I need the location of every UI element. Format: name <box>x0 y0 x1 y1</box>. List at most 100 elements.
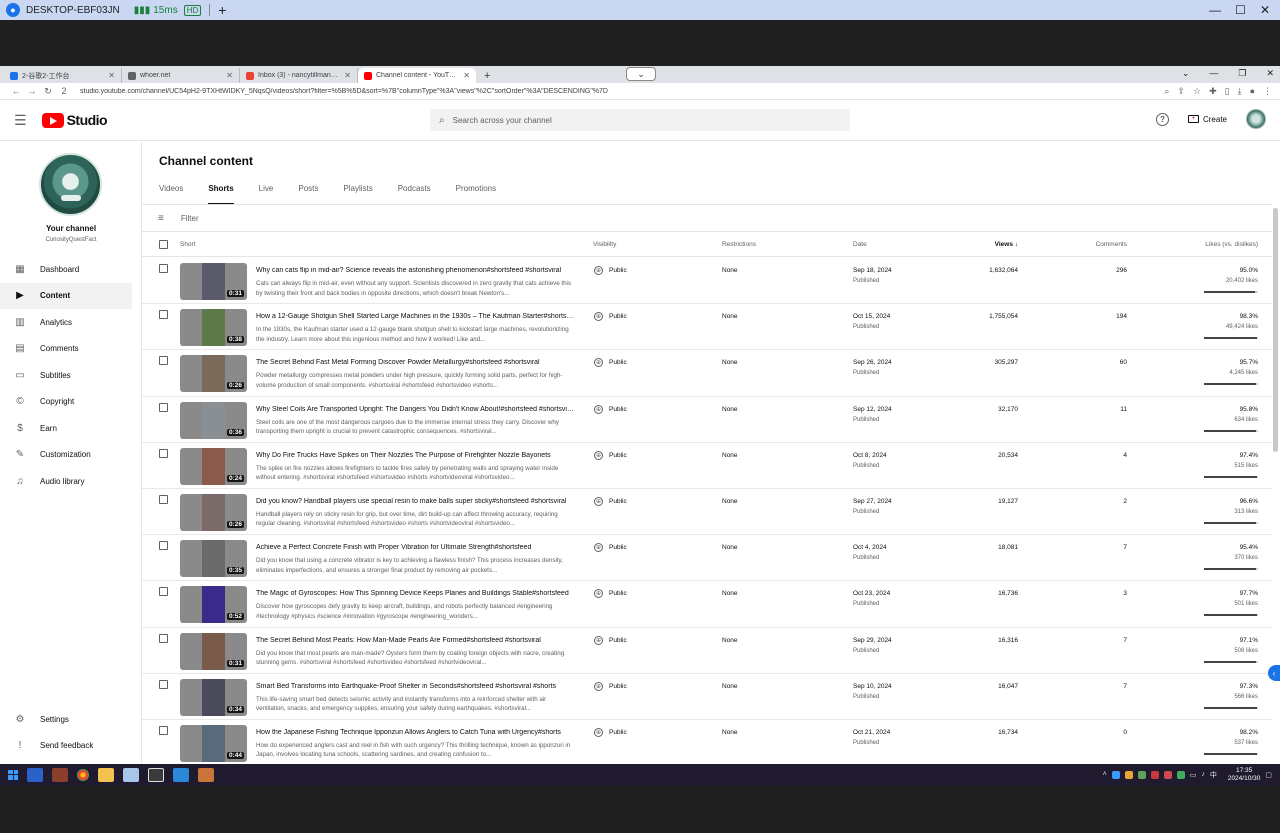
short-title[interactable]: Smart Bed Transforms into Earthquake-Pro… <box>256 683 574 690</box>
visibility-cell[interactable]: ⊕ Public <box>594 496 627 506</box>
sidebar-item-dashboard[interactable]: ▦ Dashboard <box>0 256 141 283</box>
wechat-icon[interactable] <box>198 767 214 782</box>
chrome-icon[interactable] <box>77 768 89 781</box>
short-thumbnail[interactable]: 0:31 <box>180 632 247 670</box>
table-row[interactable]: 0:38 How a 12-Gauge Shotgun Shell Started… <box>142 304 1272 351</box>
short-title[interactable]: How a 12-Gauge Shotgun Shell Started Lar… <box>256 313 574 320</box>
share-icon[interactable]: ⇪ <box>1177 86 1185 97</box>
profile-icon[interactable]: ● <box>1250 86 1255 97</box>
close-icon[interactable]: ✕ <box>1260 3 1270 17</box>
download-icon[interactable]: ⤓ <box>1238 86 1242 97</box>
visibility-cell[interactable]: ⊕ Public <box>594 266 627 275</box>
short-title[interactable]: Achieve a Perfect Concrete Finish with P… <box>256 544 574 551</box>
tray-app-icon[interactable] <box>1124 770 1133 779</box>
column-header-likes[interactable]: Likes (vs. dislikes) <box>1205 241 1258 248</box>
browser-tab[interactable]: 2-谷歌2-工作台 ✕ <box>4 68 122 83</box>
short-thumbnail[interactable]: 0:31 <box>180 263 247 300</box>
short-thumbnail[interactable]: 0:26 <box>180 493 247 531</box>
notification-icon[interactable]: ▢ <box>1265 771 1272 779</box>
sidebar-item-subtitles[interactable]: ▭ Subtitles <box>0 362 141 389</box>
side-panel-toggle-icon[interactable]: ‹ <box>1268 665 1280 681</box>
visibility-cell[interactable]: ⊕ Public <box>594 312 627 322</box>
hamburger-menu-icon[interactable]: ☰ <box>14 112 27 129</box>
tab-close-icon[interactable]: ✕ <box>463 71 470 80</box>
row-checkbox[interactable] <box>159 541 168 551</box>
taskbar-app-icon[interactable] <box>148 767 164 782</box>
short-thumbnail[interactable]: 0:44 <box>180 724 247 762</box>
maximize-icon[interactable]: ☐ <box>1235 3 1246 17</box>
sidebar-item-content[interactable]: ▶ Content <box>0 282 132 309</box>
sidebar-item-send-feedback[interactable]: ! Send feedback <box>0 733 141 760</box>
tray-app-icon[interactable] <box>1111 770 1120 779</box>
visibility-cell[interactable]: ⊕ Public <box>594 589 627 599</box>
bookmark-star-icon[interactable]: ☆ <box>1193 86 1201 97</box>
column-header-comments[interactable]: Comments <box>1096 241 1127 248</box>
row-checkbox[interactable] <box>159 310 168 320</box>
tab-posts[interactable]: Posts <box>298 184 318 204</box>
studio-logo[interactable]: Studio <box>41 112 108 128</box>
tray-app-icon[interactable] <box>1137 770 1146 779</box>
tab-close-icon[interactable]: ✕ <box>108 71 115 80</box>
browser-tab[interactable]: whoer.net ✕ <box>122 68 240 83</box>
short-title[interactable]: Why Do Fire Trucks Have Spikes on Their … <box>256 452 574 459</box>
file-explorer-icon[interactable] <box>98 767 114 782</box>
sidebar-item-audio-library[interactable]: ♫ Audio library <box>0 468 141 495</box>
table-row[interactable]: 0:36 Why Steel Coils Are Transported Upri… <box>142 397 1272 443</box>
column-header-views[interactable]: Views ↓ <box>995 241 1018 248</box>
channel-search-input[interactable]: ⌕ Search across your channel <box>430 109 850 131</box>
row-checkbox[interactable] <box>159 448 168 458</box>
zoom-icon[interactable]: ⌕ <box>1164 86 1169 97</box>
column-header-restrictions[interactable]: Restrictions <box>722 241 756 248</box>
short-thumbnail[interactable]: 0:52 <box>180 586 247 624</box>
sidebar-item-customization[interactable]: ✎ Customization <box>0 442 141 469</box>
short-thumbnail[interactable]: 0:35 <box>180 540 247 578</box>
tab-search-icon[interactable]: ⌄ <box>626 67 656 81</box>
sidebar-item-earn[interactable]: $ Earn <box>0 415 141 442</box>
row-checkbox[interactable] <box>159 725 168 735</box>
new-tab-button[interactable]: + <box>484 68 490 83</box>
table-row[interactable]: 0:24 Why Do Fire Trucks Have Spikes on Th… <box>142 443 1272 489</box>
short-title[interactable]: The Secret Behind Fast Metal Forming Dis… <box>256 359 574 366</box>
create-button[interactable]: + Create <box>1180 110 1234 128</box>
short-title[interactable]: Did you know? Handball players use speci… <box>256 498 574 505</box>
chevron-down-icon[interactable]: ⌄ <box>1182 68 1190 79</box>
filter-bar[interactable]: ≡ Filter <box>142 205 1272 232</box>
minimize-icon[interactable]: — <box>1209 3 1221 17</box>
select-all-checkbox[interactable] <box>159 240 168 249</box>
extensions-icon[interactable]: ✚ <box>1209 86 1217 97</box>
short-title[interactable]: Why can cats flip in mid-air? Science re… <box>256 267 574 274</box>
filter-icon[interactable]: ≡ <box>158 213 164 224</box>
minimize-icon[interactable]: — <box>1209 68 1218 79</box>
tab-videos[interactable]: Videos <box>159 184 183 204</box>
tab-shorts[interactable]: Shorts <box>208 184 235 205</box>
tab-count-badge[interactable]: 2 <box>56 86 72 96</box>
taskbar-app-icon[interactable] <box>123 767 139 782</box>
column-header-date[interactable]: Date <box>853 241 867 248</box>
new-session-button[interactable]: + <box>218 2 226 18</box>
tray-app-icon[interactable] <box>1176 770 1185 779</box>
sidebar-item-settings[interactable]: ⚙ Settings <box>0 706 141 733</box>
visibility-cell[interactable]: ⊕ Public <box>594 450 627 460</box>
sidebar-item-analytics[interactable]: ▥ Analytics <box>0 309 141 336</box>
url-field[interactable]: studio.youtube.com/channel/UC54pH2-9TXHt… <box>80 88 1164 95</box>
short-thumbnail[interactable]: 0:38 <box>180 309 247 347</box>
table-row[interactable]: 0:35 Achieve a Perfect Concrete Finish wi… <box>142 535 1272 582</box>
table-row[interactable]: 0:52 The Magic of Gyroscopes: How This Sp… <box>142 581 1272 628</box>
row-checkbox[interactable] <box>159 633 168 643</box>
tab-live[interactable]: Live <box>259 184 274 204</box>
tab-playlists[interactable]: Playlists <box>343 184 372 204</box>
row-checkbox[interactable] <box>159 356 168 366</box>
tab-promotions[interactable]: Promotions <box>456 184 496 204</box>
short-thumbnail[interactable]: 0:34 <box>180 678 247 716</box>
help-icon[interactable]: ? <box>1155 112 1169 126</box>
channel-avatar[interactable] <box>39 153 102 216</box>
taskbar-clock[interactable]: 17:35 2024/10/30 <box>1228 767 1261 783</box>
tab-close-icon[interactable]: ✕ <box>344 71 351 80</box>
table-row[interactable]: 0:44 How the Japanese Fishing Technique I… <box>142 720 1272 764</box>
restore-icon[interactable]: ❐ <box>1238 68 1246 79</box>
short-title[interactable]: How the Japanese Fishing Technique Ippon… <box>256 729 574 736</box>
tray-app-icon[interactable] <box>1163 770 1172 779</box>
account-avatar[interactable] <box>1246 109 1266 129</box>
ime-indicator[interactable]: 中 <box>1210 770 1217 780</box>
row-checkbox[interactable] <box>159 679 168 689</box>
